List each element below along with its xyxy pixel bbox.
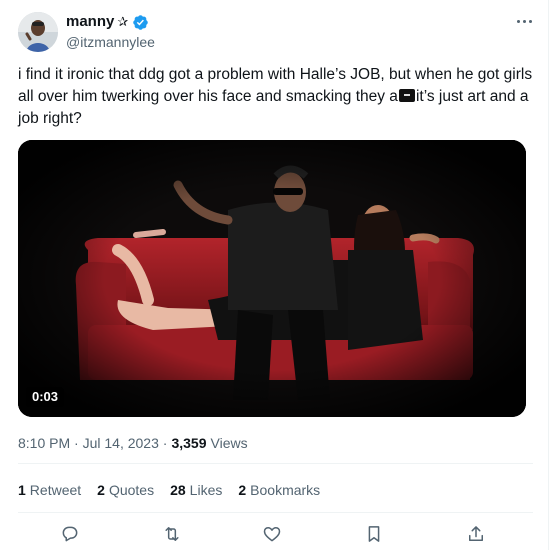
reply-button[interactable] xyxy=(58,522,82,546)
bookmark-icon xyxy=(368,526,380,542)
likes-stat[interactable]: 28 Likes xyxy=(170,481,222,499)
heart-icon xyxy=(263,527,281,542)
video-frame xyxy=(18,140,526,417)
display-name[interactable]: manny xyxy=(66,13,114,31)
divider xyxy=(18,512,533,513)
video-player[interactable]: 0:03 xyxy=(18,140,526,417)
like-button[interactable] xyxy=(260,522,284,546)
reply-icon xyxy=(62,526,78,542)
share-button[interactable] xyxy=(464,522,488,546)
tweet-date[interactable]: Jul 14, 2023 xyxy=(83,434,159,452)
more-icon xyxy=(516,19,520,23)
avatar[interactable] xyxy=(18,12,58,52)
quotes-stat[interactable]: 2 Quotes xyxy=(97,481,154,499)
tweet-time[interactable]: 8:10 PM xyxy=(18,434,70,452)
tweet-meta: 8:10 PM · Jul 14, 2023 · 3,359 Views xyxy=(18,434,248,452)
video-duration: 0:03 xyxy=(26,387,65,407)
bookmark-button[interactable] xyxy=(362,522,386,546)
engagement-stats: 1 Retweet 2 Quotes 28 Likes 2 Bookmarks xyxy=(18,481,336,499)
retweet-stat[interactable]: 1 Retweet xyxy=(18,481,81,499)
divider xyxy=(18,463,533,464)
views-count: 3,359 xyxy=(171,435,207,451)
more-button[interactable] xyxy=(513,12,535,30)
avatar-image xyxy=(18,12,58,52)
star-emoji: ✰ xyxy=(117,14,129,29)
tweet-card: manny ✰ @itzmannylee i find it ironic th… xyxy=(0,0,551,550)
column-border xyxy=(548,0,549,550)
display-name-row[interactable]: manny ✰ xyxy=(66,13,149,31)
user-handle[interactable]: @itzmannylee xyxy=(66,33,155,51)
tweet-text: i find it ironic that ddg got a problem … xyxy=(18,64,533,130)
action-bar xyxy=(0,522,551,550)
share-icon xyxy=(469,526,483,541)
retweet-icon xyxy=(165,527,179,541)
retweet-button[interactable] xyxy=(160,522,184,546)
bookmarks-stat[interactable]: 2 Bookmarks xyxy=(238,481,320,499)
views-label: Views xyxy=(210,435,248,451)
verified-icon xyxy=(133,14,149,30)
emoji-icon xyxy=(398,89,415,102)
